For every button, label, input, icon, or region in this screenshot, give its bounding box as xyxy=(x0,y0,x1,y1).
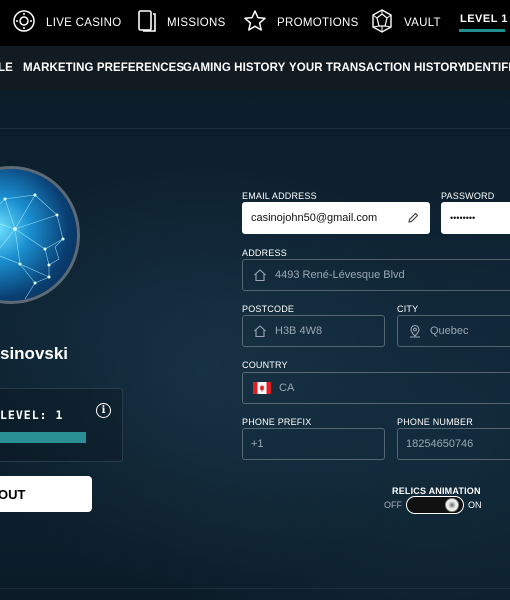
password-field[interactable]: •••••••• xyxy=(441,202,510,234)
city-label: CITY xyxy=(397,304,419,314)
nav-label-vault: VAULT xyxy=(404,17,441,29)
tab-gaming-history[interactable]: GAMING HISTORY xyxy=(183,62,285,74)
edit-icon[interactable] xyxy=(407,212,419,227)
logout-button-label: OUT xyxy=(0,486,26,502)
relics-animation-toggle[interactable] xyxy=(406,496,464,514)
phone-prefix-label: PHONE PREFIX xyxy=(242,417,312,427)
cards-icon xyxy=(137,9,157,38)
nav-item-missions[interactable]: MISSIONS xyxy=(137,0,226,46)
level-progress-bar xyxy=(0,432,86,443)
avatar xyxy=(0,166,80,304)
city-field[interactable]: Quebec xyxy=(397,315,510,347)
email-value: casinojohn50@gmail.com xyxy=(251,212,378,224)
email-field[interactable]: casinojohn50@gmail.com xyxy=(242,202,430,234)
postcode-label: POSTCODE xyxy=(242,304,295,314)
top-navigation: LIVE CASINO MISSIONS PROMOTIONS VAULT LE… xyxy=(0,0,510,46)
level-progress-fill xyxy=(0,432,86,443)
section-divider xyxy=(0,128,510,129)
nav-item-live-casino[interactable]: LIVE CASINO xyxy=(12,0,122,46)
postcode-value: H3B 4W8 xyxy=(275,325,323,337)
address-field[interactable]: 4493 René-Lévesque Blvd xyxy=(242,259,510,291)
level-indicator[interactable]: LEVEL 1 xyxy=(460,13,508,25)
tab-profile[interactable]: LE xyxy=(0,62,13,74)
location-pin-icon xyxy=(408,324,422,338)
logout-button[interactable]: OUT xyxy=(0,476,92,512)
account-tab-bar: LE MARKETING PREFERENCES GAMING HISTORY … xyxy=(0,46,510,90)
level-underline xyxy=(459,29,505,32)
info-icon[interactable]: i xyxy=(96,403,111,418)
password-value: •••••••• xyxy=(450,213,476,223)
phone-number-field[interactable]: 18254650746 xyxy=(397,428,510,460)
city-value: Quebec xyxy=(430,325,469,337)
profile-panel: sinovski LEVEL: 1 i OUT EMAIL ADDRESS ca… xyxy=(0,90,510,600)
postcode-field[interactable]: H3B 4W8 xyxy=(242,315,385,347)
country-select[interactable]: CA xyxy=(242,372,510,404)
canada-flag-icon xyxy=(253,381,271,395)
toggle-knob[interactable] xyxy=(445,498,459,512)
country-label: COUNTRY xyxy=(242,360,288,370)
nav-item-vault[interactable]: VAULT xyxy=(370,0,441,46)
password-label: PASSWORD xyxy=(441,191,495,201)
star-icon xyxy=(243,9,267,38)
level-text: LEVEL: 1 xyxy=(0,408,64,422)
phone-prefix-value: +1 xyxy=(251,438,264,450)
phone-number-value: 18254650746 xyxy=(406,438,474,450)
address-value: 4493 René-Lévesque Blvd xyxy=(275,269,405,281)
country-value: CA xyxy=(279,382,295,394)
address-label: ADDRESS xyxy=(242,248,287,258)
nav-item-promotions[interactable]: PROMOTIONS xyxy=(243,0,359,46)
username: sinovski xyxy=(0,344,69,363)
footer-divider xyxy=(0,588,510,589)
phone-prefix-field[interactable]: +1 xyxy=(242,428,385,460)
level-card xyxy=(0,388,123,462)
phone-number-label: PHONE NUMBER xyxy=(397,417,473,427)
tab-identification[interactable]: IDENTIFI xyxy=(463,62,510,74)
nav-label-promotions: PROMOTIONS xyxy=(277,17,359,29)
nav-label-live-casino: LIVE CASINO xyxy=(46,17,122,29)
email-label: EMAIL ADDRESS xyxy=(242,191,317,201)
tab-marketing-preferences[interactable]: MARKETING PREFERENCES xyxy=(23,62,184,74)
home-icon xyxy=(253,324,267,338)
relics-animation-label: RELICS ANIMATION xyxy=(392,486,481,496)
home-icon xyxy=(253,268,267,282)
roulette-icon xyxy=(12,9,36,38)
nav-label-missions: MISSIONS xyxy=(167,17,226,29)
toggle-on-label: ON xyxy=(468,500,482,510)
toggle-off-label: OFF xyxy=(384,500,402,510)
tab-transaction-history[interactable]: YOUR TRANSACTION HISTORY xyxy=(289,62,465,74)
gem-icon xyxy=(370,8,394,38)
